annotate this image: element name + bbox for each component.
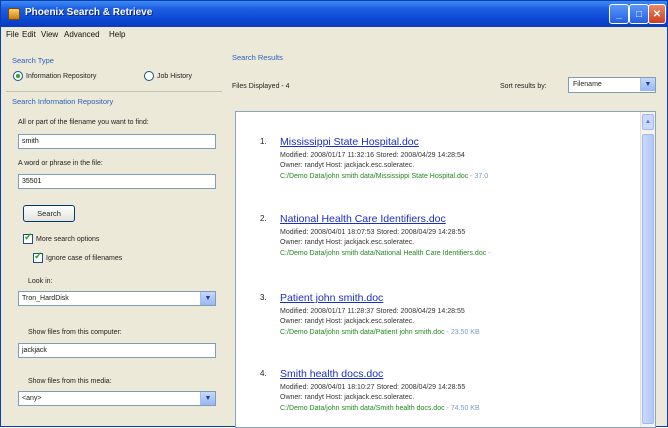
look-in-value: Tron_HardDisk xyxy=(22,295,69,302)
result-path-text: C:/Demo Data/john smith data/Smith healt… xyxy=(280,405,445,412)
chevron-down-icon[interactable]: ▼ xyxy=(200,392,215,405)
ignore-case-label: Ignore case of filenames xyxy=(46,255,123,262)
result-size: - 74.50 KB xyxy=(446,405,480,412)
look-in-label: Look in: xyxy=(28,278,53,285)
radio-information-repository-label: Information Repository xyxy=(26,73,97,80)
result-size: - xyxy=(488,250,491,257)
result-owner: Owner: randyt Host: jackjack.esc.solerat… xyxy=(280,394,415,401)
chevron-down-icon[interactable]: ▼ xyxy=(200,292,215,305)
chevron-down-icon[interactable]: ▼ xyxy=(640,78,655,91)
computer-label: Show files from this computer: xyxy=(28,329,122,336)
menu-help[interactable]: Help xyxy=(109,30,125,39)
media-value: <any> xyxy=(22,395,42,402)
result-path-text: C:/Demo Data/john smith data/Patient joh… xyxy=(280,329,445,336)
menu-bar: File Edit View Advanced Help xyxy=(1,27,667,44)
minimize-button[interactable]: _ xyxy=(609,4,629,24)
computer-input[interactable]: jackjack xyxy=(18,343,216,358)
result-path: C:/Demo Data/john smith data/Patient joh… xyxy=(280,329,480,336)
sort-value: Filename xyxy=(573,81,602,88)
menu-advanced[interactable]: Advanced xyxy=(64,30,100,39)
filename-label: All or part of the filename you want to … xyxy=(18,119,149,126)
menu-file[interactable]: File xyxy=(6,30,19,39)
minimize-icon: _ xyxy=(616,8,622,20)
radio-job-history[interactable] xyxy=(144,71,154,81)
divider xyxy=(6,91,222,92)
result-meta: Modified: 2008/01/17 11:32:16 Stored: 20… xyxy=(280,152,465,159)
search-button[interactable]: Search xyxy=(23,205,75,222)
close-button[interactable]: ✕ xyxy=(648,4,666,24)
results-list: 1. Mississippi State Hospital.doc Modifi… xyxy=(235,111,656,428)
maximize-button[interactable]: □ xyxy=(629,4,649,24)
results-scrollbar[interactable]: ▲ xyxy=(640,112,655,427)
result-number: 1. xyxy=(260,137,267,146)
look-in-select[interactable]: Tron_HardDisk ▼ xyxy=(18,291,216,306)
menu-view[interactable]: View xyxy=(41,30,58,39)
result-title-link[interactable]: Smith health docs.doc xyxy=(280,368,383,380)
window-title: Phoenix Search & Retrieve xyxy=(25,7,153,18)
result-owner: Owner: randyt Host: jackjack.esc.solerat… xyxy=(280,239,415,246)
phrase-input[interactable]: 35501 xyxy=(18,174,216,189)
app-window: Phoenix Search & Retrieve _ □ ✕ File Edi… xyxy=(0,0,668,428)
result-title-link[interactable]: Patient john smith.doc xyxy=(280,292,383,304)
media-label: Show files from this media: xyxy=(28,378,112,385)
result-path: C:/Demo Data/john smith data/Mississippi… xyxy=(280,173,488,180)
files-displayed-count: Files Displayed - 4 xyxy=(232,83,290,90)
result-path: C:/Demo Data/john smith data/Smith healt… xyxy=(280,405,480,412)
radio-information-repository[interactable] xyxy=(13,71,23,81)
result-owner: Owner: randyt Host: jackjack.esc.solerat… xyxy=(280,162,415,169)
filename-input[interactable]: smith xyxy=(18,134,216,149)
sort-label: Sort results by: xyxy=(500,83,547,90)
more-options-checkbox[interactable] xyxy=(23,232,33,244)
result-meta: Modified: 2008/01/17 11:28:37 Stored: 20… xyxy=(280,308,465,315)
scroll-up-icon[interactable]: ▲ xyxy=(642,114,654,130)
radio-job-history-label: Job History xyxy=(157,73,193,80)
result-meta: Modified: 2008/04/01 18:07:53 Stored: 20… xyxy=(280,229,466,236)
result-number: 2. xyxy=(260,214,267,223)
search-options-panel: Search Type Information Repository Job H… xyxy=(6,47,224,427)
result-title-link[interactable]: National Health Care Identifiers.doc xyxy=(280,213,446,225)
menu-edit[interactable]: Edit xyxy=(22,30,36,39)
result-number: 4. xyxy=(260,369,267,378)
search-repository-header: Search Information Repository xyxy=(12,97,114,106)
result-size: - 23.50 KB xyxy=(446,329,480,336)
scroll-thumb[interactable] xyxy=(642,134,654,424)
result-title-link[interactable]: Mississippi State Hospital.doc xyxy=(280,136,419,148)
close-icon: ✕ xyxy=(652,8,662,20)
result-owner: Owner: randyt Host: jackjack.esc.solerat… xyxy=(280,318,415,325)
phrase-label: A word or phrase in the file: xyxy=(18,160,103,167)
maximize-icon: □ xyxy=(635,8,643,20)
result-path-text: C:/Demo Data/john smith data/National He… xyxy=(280,250,487,257)
more-options-label: More search options xyxy=(36,236,100,243)
search-results-header: Search Results xyxy=(232,53,283,62)
result-path: C:/Demo Data/john smith data/National He… xyxy=(280,250,491,257)
app-icon xyxy=(8,8,20,20)
result-meta: Modified: 2008/04/01 18:10:27 Stored: 20… xyxy=(280,384,466,391)
result-size: - 37.0 xyxy=(470,173,489,180)
title-bar: Phoenix Search & Retrieve _ □ ✕ xyxy=(1,1,667,27)
media-select[interactable]: <any> ▼ xyxy=(18,391,216,406)
result-path-text: C:/Demo Data/john smith data/Mississippi… xyxy=(280,173,469,180)
search-type-header: Search Type xyxy=(12,56,54,65)
result-number: 3. xyxy=(260,293,267,302)
ignore-case-checkbox[interactable] xyxy=(33,251,43,263)
sort-select[interactable]: Filename ▼ xyxy=(568,77,656,93)
